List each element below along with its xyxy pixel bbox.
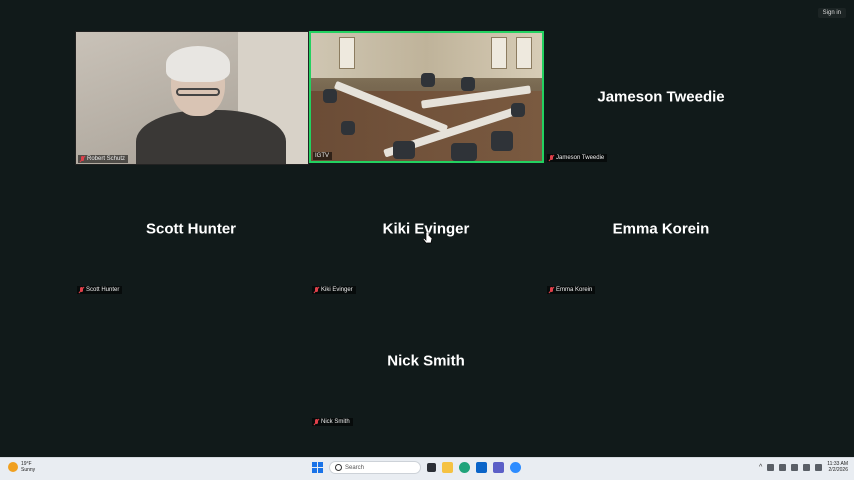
search-placeholder: Search xyxy=(345,464,365,471)
participant-tile-nick-smith[interactable]: Nick Smith Nick Smith xyxy=(310,295,542,427)
system-tray: ^ 11:33 AM 2/2/2026 xyxy=(759,461,848,473)
file-explorer-icon[interactable] xyxy=(442,462,453,473)
weather-widget[interactable]: 19°F Sunny xyxy=(8,461,35,473)
participant-name-text: Kiki Evinger xyxy=(321,287,353,293)
zoom-icon[interactable] xyxy=(510,462,521,473)
search-icon xyxy=(335,464,342,471)
video-person-hair xyxy=(166,46,230,82)
video-room-window xyxy=(491,37,507,69)
video-room-person xyxy=(341,121,355,135)
participant-name-label: Robert Schutz xyxy=(78,155,129,163)
weather-text: 19°F Sunny xyxy=(21,461,35,473)
participant-name-label: Scott Hunter xyxy=(77,286,123,294)
video-room-person xyxy=(393,141,415,159)
video-room-person xyxy=(451,143,477,161)
participant-name-text: Emma Korein xyxy=(556,287,593,293)
sign-in-button[interactable]: Sign in xyxy=(817,8,846,18)
teams-icon[interactable] xyxy=(493,462,504,473)
participant-display-name: Nick Smith xyxy=(387,352,465,370)
participant-tile-scott-hunter[interactable]: Scott Hunter Scott Hunter xyxy=(75,163,307,295)
video-room-window xyxy=(339,37,355,69)
clock-date: 2/2/2026 xyxy=(828,467,848,473)
outlook-icon[interactable] xyxy=(476,462,487,473)
participant-display-name: Emma Korein xyxy=(612,220,710,238)
participant-name-text: Scott Hunter xyxy=(86,287,120,293)
windows-start-icon[interactable] xyxy=(312,462,323,473)
battery-icon[interactable] xyxy=(815,463,823,471)
participant-name-text: Nick Smith xyxy=(321,419,350,425)
mic-muted-icon xyxy=(314,419,319,425)
network-icon[interactable] xyxy=(767,463,775,471)
participant-name-label: IGTV xyxy=(313,152,333,160)
edge-icon[interactable] xyxy=(459,462,470,473)
video-room-person xyxy=(461,77,475,91)
participant-display-name: Scott Hunter xyxy=(146,220,236,238)
mic-muted-icon xyxy=(79,287,84,293)
participant-name-text: Robert Schutz xyxy=(87,156,126,162)
participant-tile-kiki-evinger[interactable]: Kiki Evinger Kiki Evinger xyxy=(310,163,542,295)
participant-name-text: Jameson Tweedie xyxy=(556,155,605,161)
video-room-person xyxy=(323,89,337,103)
participant-tile-emma-korein[interactable]: Emma Korein Emma Korein xyxy=(545,163,777,295)
wifi-icon[interactable] xyxy=(791,463,799,471)
mic-icon[interactable] xyxy=(779,463,787,471)
video-room-person xyxy=(511,103,525,117)
participant-name-label: Nick Smith xyxy=(312,418,353,426)
taskbar-center: Search xyxy=(312,461,521,474)
video-person-body xyxy=(136,110,286,164)
clock[interactable]: 11:33 AM 2/2/2026 xyxy=(827,461,848,473)
windows-taskbar: 19°F Sunny Search ^ 11:33 AM 2/2/2026 xyxy=(0,457,854,480)
participant-name-text: IGTV xyxy=(315,153,330,159)
participant-tile-robert-schutz[interactable]: Robert Schutz xyxy=(75,31,309,165)
video-room-window xyxy=(516,37,532,69)
mic-muted-icon xyxy=(549,155,554,161)
video-room-person xyxy=(421,73,435,87)
participant-tile-igtv[interactable]: IGTV xyxy=(309,31,544,163)
mic-muted-icon xyxy=(80,156,85,162)
mic-muted-icon xyxy=(314,287,319,293)
chevron-up-icon[interactable]: ^ xyxy=(759,464,762,471)
video-room-person xyxy=(491,131,513,151)
mic-muted-icon xyxy=(549,287,554,293)
participant-name-label: Emma Korein xyxy=(547,286,596,294)
video-person-glasses xyxy=(176,88,220,96)
weather-sun-icon xyxy=(8,462,18,472)
search-input[interactable]: Search xyxy=(329,461,421,474)
weather-desc: Sunny xyxy=(21,467,36,473)
participant-tile-jameson-tweedie[interactable]: Jameson Tweedie Jameson Tweedie xyxy=(545,31,777,163)
participant-display-name: Jameson Tweedie xyxy=(597,88,725,106)
participant-name-label: Jameson Tweedie xyxy=(547,154,608,162)
volume-icon[interactable] xyxy=(803,463,811,471)
participant-name-label: Kiki Evinger xyxy=(312,286,356,294)
task-view-icon[interactable] xyxy=(427,463,436,472)
